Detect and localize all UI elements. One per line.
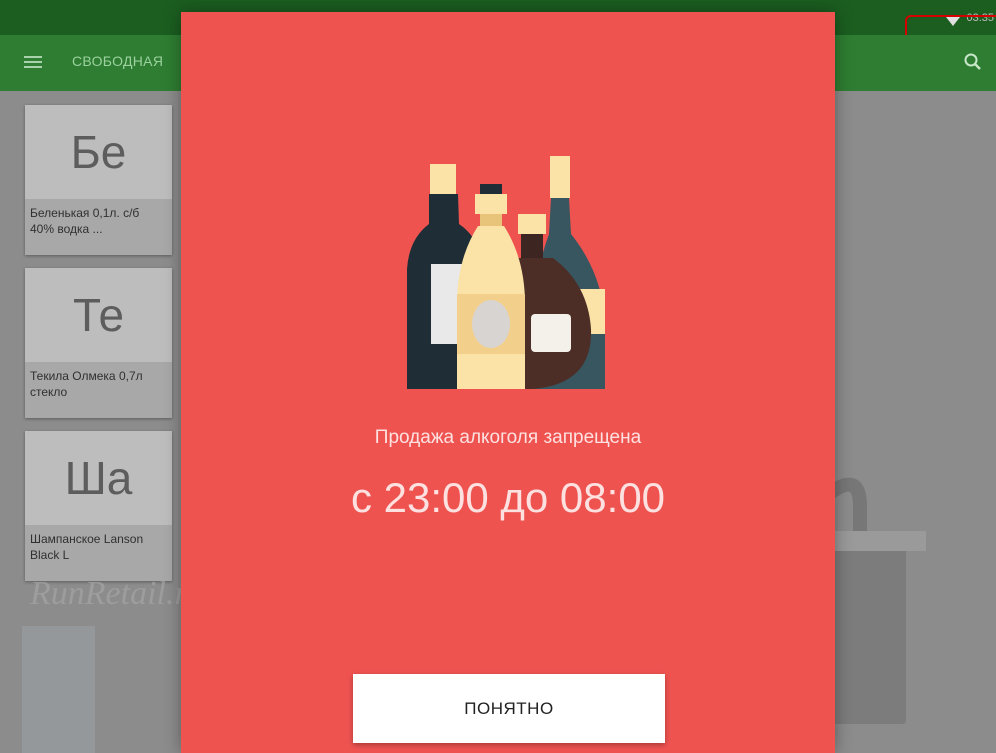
alcohol-restriction-dialog: Продажа алкоголя запрещена с 23:00 до 08… (181, 12, 835, 753)
ok-button[interactable]: ПОНЯТНО (353, 674, 665, 743)
shopping-bag-icon (815, 400, 996, 736)
product-abbr: Те (25, 268, 172, 362)
product-tile[interactable]: Бе Беленькая 0,1л. с/б 40% водка ... (25, 105, 172, 255)
product-abbr: Ша (25, 431, 172, 525)
search-icon[interactable] (962, 51, 984, 73)
product-tile[interactable]: Те Текила Олмека 0,7л стекло (25, 268, 172, 418)
product-name: Беленькая 0,1л. с/б 40% водка ... (30, 206, 140, 236)
product-abbr: Бе (25, 105, 172, 199)
product-name: Шампанское Lanson Black L (30, 532, 144, 562)
restriction-message: Продажа алкоголя запрещена (374, 427, 642, 448)
product-tile[interactable]: Ша Шампанское Lanson Black L (25, 431, 172, 581)
product-name: Текила Олмека 0,7л стекло (30, 369, 143, 399)
hamburger-menu-icon[interactable] (24, 53, 44, 73)
watermark-box (22, 626, 95, 753)
watermark: RunRetail.ru (30, 575, 205, 612)
toolbar-title: СВОБОДНАЯ (72, 53, 164, 69)
restriction-time-range: с 23:00 до 08:00 (350, 474, 666, 521)
alcohol-bottles-icon (403, 154, 613, 394)
